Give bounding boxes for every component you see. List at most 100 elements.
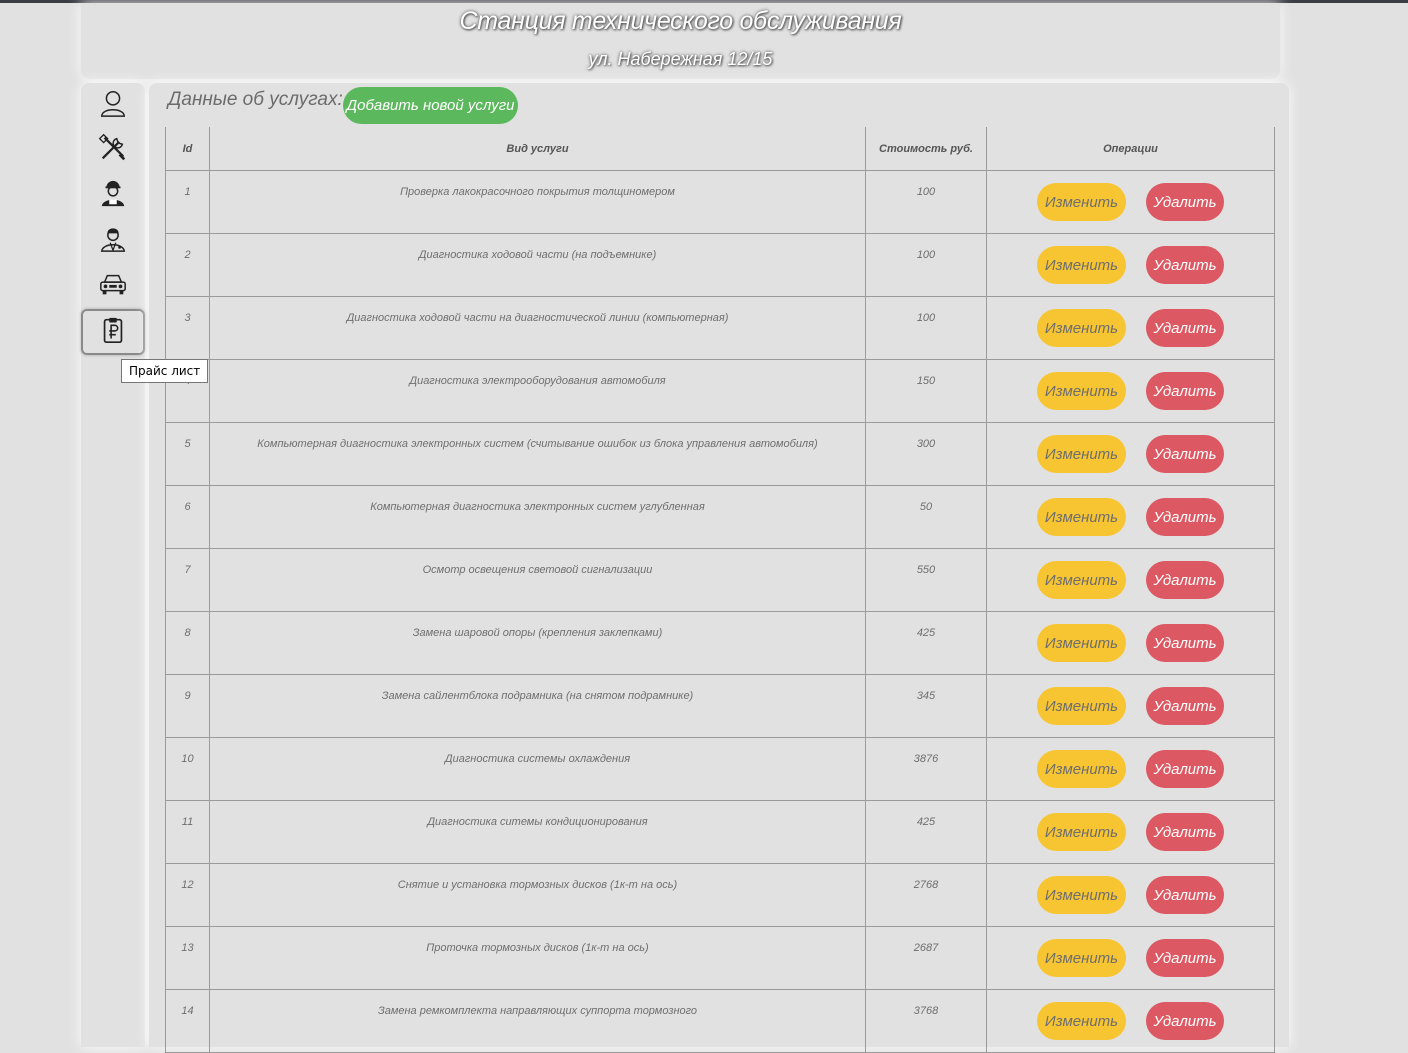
mechanic-icon	[98, 178, 128, 213]
service-id: 11	[181, 816, 194, 828]
delete-button[interactable]: Удалить	[1146, 624, 1224, 662]
cell-price: 550	[865, 548, 987, 612]
cell-service: Замена шаровой опоры (крепления заклепка…	[209, 611, 866, 675]
table-row: 1 Проверка лакокрасочного покрытия толщин…	[165, 170, 1275, 234]
service-id: 14	[181, 1005, 194, 1017]
delete-button[interactable]: Удалить	[1146, 1002, 1224, 1040]
service-id: 8	[184, 627, 191, 639]
cell-price: 150	[865, 359, 987, 423]
cell-operations: Изменить Удалить	[986, 296, 1275, 360]
price-list-tooltip: Прайс лист	[121, 359, 209, 383]
cell-service: Диагностика ходовой части (на подъемнике…	[209, 233, 866, 297]
edit-button[interactable]: Изменить	[1037, 813, 1126, 851]
delete-button[interactable]: Удалить	[1146, 183, 1224, 221]
cell-service: Компьютерная диагностика электронных сис…	[209, 485, 866, 549]
delete-button[interactable]: Удалить	[1146, 561, 1224, 599]
service-id: 2	[184, 249, 191, 261]
table-row: 10 Диагностика системы охлаждения 3876 Изме…	[165, 737, 1275, 801]
edit-button[interactable]: Изменить	[1037, 876, 1126, 914]
sidebar-item-price-list[interactable]	[81, 309, 145, 355]
cell-id: 3	[165, 296, 210, 360]
edit-button[interactable]: Изменить	[1037, 624, 1126, 662]
edit-button[interactable]: Изменить	[1037, 561, 1126, 599]
cell-service: Диагностика системы охлаждения	[209, 737, 866, 801]
delete-button[interactable]: Удалить	[1146, 246, 1224, 284]
table-row: 13 Проточка тормозных дисков (1к-т на ось…	[165, 926, 1275, 990]
service-id: 12	[181, 879, 194, 891]
column-header-service: Вид услуги	[209, 127, 866, 171]
sidebar-item-cars[interactable]	[81, 264, 145, 308]
cell-id: 12	[165, 863, 210, 927]
cell-id: 13	[165, 926, 210, 990]
service-price: 3876	[913, 753, 939, 765]
cell-price: 100	[865, 233, 987, 297]
service-name: Компьютерная диагностика электронных сис…	[370, 501, 705, 513]
cell-service: Осмотр освещения световой сигнализации	[209, 548, 866, 612]
table-row: 7 Осмотр освещения световой сигнализации 5…	[165, 548, 1275, 612]
cell-id: 7	[165, 548, 210, 612]
delete-button[interactable]: Удалить	[1146, 498, 1224, 536]
edit-button[interactable]: Изменить	[1037, 309, 1126, 347]
table-row: 6 Компьютерная диагностика электронных си…	[165, 485, 1275, 549]
page-title: Станция технического обслуживания	[459, 7, 902, 35]
cell-price: 345	[865, 674, 987, 738]
service-name: Диагностика ходовой части на диагностиче…	[346, 312, 729, 324]
edit-button[interactable]: Изменить	[1037, 750, 1126, 788]
service-price: 150	[916, 375, 936, 387]
cell-id: 9	[165, 674, 210, 738]
cell-operations: Изменить Удалить	[986, 548, 1275, 612]
cell-operations: Изменить Удалить	[986, 989, 1275, 1053]
cell-service: Проверка лакокрасочного покрытия толщино…	[209, 170, 866, 234]
table-row: 4Диагностика электрооборудования автомоб…	[165, 359, 1275, 423]
sidebar-item-mechanics[interactable]	[81, 173, 145, 217]
cell-operations: Изменить Удалить	[986, 863, 1275, 927]
station-address: ул. Набережная 12/15	[588, 49, 773, 69]
service-price: 3768	[913, 1005, 939, 1017]
table-row: 11 Диагностика ситемы кондиционирования 42…	[165, 800, 1275, 864]
cell-id: 2	[165, 233, 210, 297]
delete-button[interactable]: Удалить	[1146, 813, 1224, 851]
edit-button[interactable]: Изменить	[1037, 435, 1126, 473]
service-price: 100	[916, 312, 936, 324]
service-name: Осмотр освещения световой сигнализации	[422, 564, 653, 576]
service-price: 425	[916, 627, 936, 639]
service-id: 10	[181, 753, 194, 765]
edit-button[interactable]: Изменить	[1037, 939, 1126, 977]
delete-button[interactable]: Удалить	[1146, 687, 1224, 725]
edit-button[interactable]: Изменить	[1037, 372, 1126, 410]
add-service-button[interactable]: Добавить новой услуги	[343, 87, 518, 124]
delete-button[interactable]: Удалить	[1146, 750, 1224, 788]
edit-button[interactable]: Изменить	[1037, 687, 1126, 725]
cell-operations: Изменить Удалить	[986, 170, 1275, 234]
cell-price: 100	[865, 170, 987, 234]
edit-button[interactable]: Изменить	[1037, 1002, 1126, 1040]
service-id: 1	[184, 186, 191, 198]
cell-id: 1	[165, 170, 210, 234]
price-list-icon	[98, 315, 128, 350]
service-id: 5	[184, 438, 191, 450]
table-row: 12 Снятие и установка тормозных дисков (1…	[165, 863, 1275, 927]
delete-button[interactable]: Удалить	[1146, 372, 1224, 410]
service-name: Диагностика ходовой части (на подъемнике…	[418, 249, 657, 261]
edit-button[interactable]: Изменить	[1037, 498, 1126, 536]
delete-button[interactable]: Удалить	[1146, 939, 1224, 977]
delete-button[interactable]: Удалить	[1146, 309, 1224, 347]
sidebar	[81, 83, 145, 1047]
edit-button[interactable]: Изменить	[1037, 246, 1126, 284]
table-row: 14 Замена ремкомплекта направляющих суппо…	[165, 989, 1275, 1053]
cell-operations: Изменить Удалить	[986, 359, 1275, 423]
services-table: Id Вид услуги Стоимость руб. Операции 1 П…	[165, 127, 1275, 1053]
sidebar-item-employees[interactable]	[81, 218, 145, 262]
delete-button[interactable]: Удалить	[1146, 435, 1224, 473]
cell-price: 300	[865, 422, 987, 486]
cell-price: 425	[865, 611, 987, 675]
edit-button[interactable]: Изменить	[1037, 183, 1126, 221]
cell-operations: Изменить Удалить	[986, 800, 1275, 864]
service-id: 9	[184, 690, 191, 702]
delete-button[interactable]: Удалить	[1146, 876, 1224, 914]
sidebar-item-profile[interactable]	[81, 83, 145, 127]
column-header-price: Стоимость руб.	[865, 127, 987, 171]
sidebar-item-services[interactable]	[81, 128, 145, 172]
cell-service: Снятие и установка тормозных дисков (1к-…	[209, 863, 866, 927]
car-icon	[98, 269, 128, 304]
